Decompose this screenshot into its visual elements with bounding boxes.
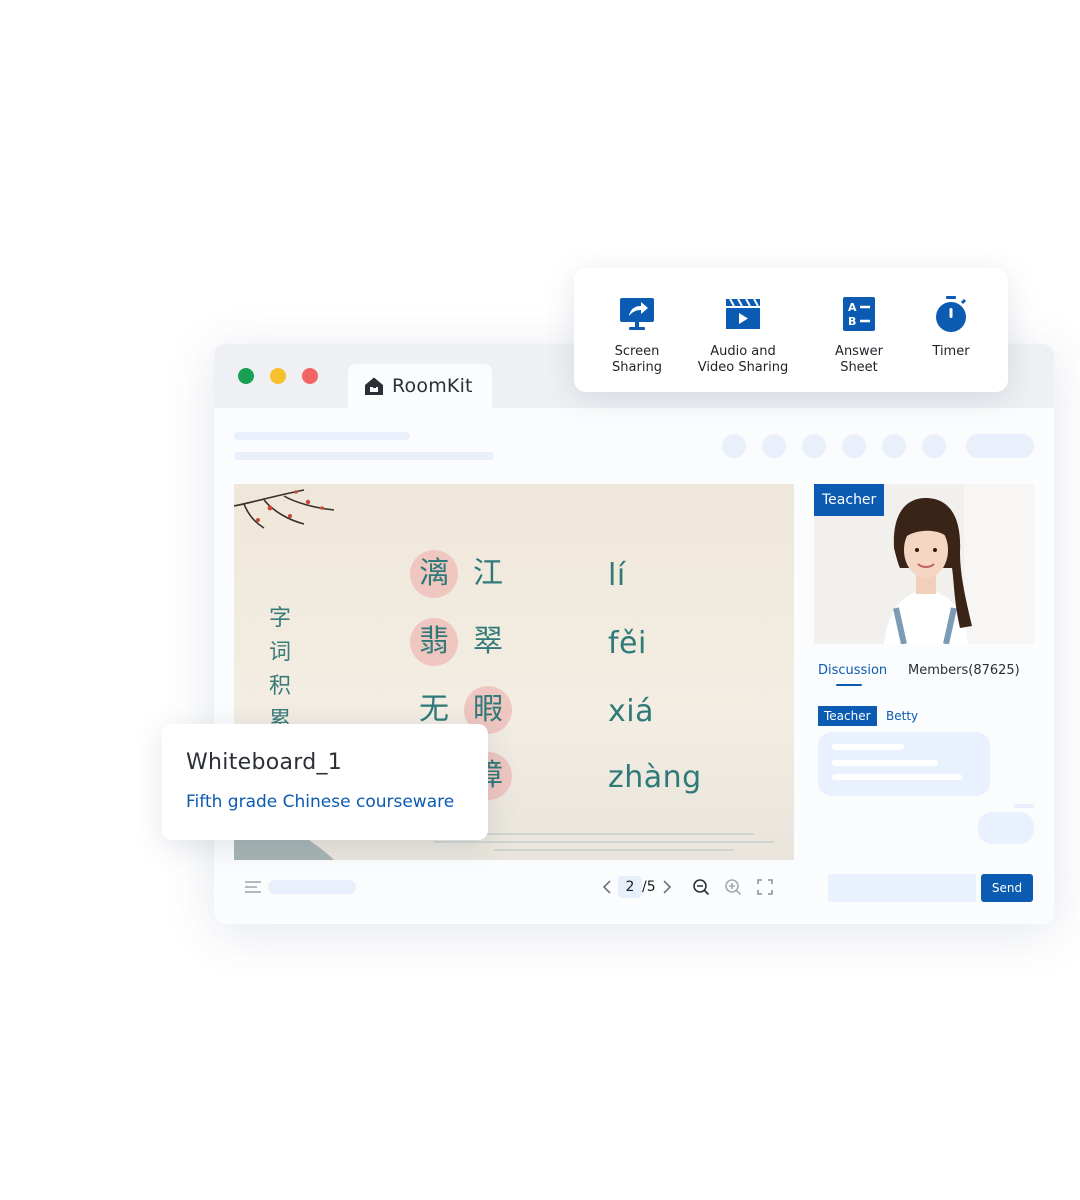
pinyin-text: zhàng (608, 760, 702, 795)
toolbar-placeholder-icon[interactable] (762, 434, 786, 458)
whiteboard-subtitle: Fifth grade Chinese courseware (186, 792, 455, 812)
stopwatch-icon (931, 294, 971, 334)
plum-branch-image (234, 489, 335, 529)
chat-filter-teacher[interactable]: Teacher (818, 706, 877, 726)
menu-icon[interactable] (242, 876, 264, 898)
close-dot[interactable] (302, 368, 318, 384)
toolbar-placeholder-icon[interactable] (842, 434, 866, 458)
page-total: /5 (642, 879, 656, 895)
svg-text:A: A (848, 301, 857, 314)
screen-share-icon (617, 294, 657, 334)
clapperboard-icon (723, 294, 763, 334)
toolbar-placeholder-icon[interactable] (802, 434, 826, 458)
next-page-icon[interactable] (656, 876, 678, 898)
chat-message-bubble (978, 812, 1034, 844)
tab-label: RoomKit (392, 375, 473, 397)
feature-label: Screen Sharing (612, 344, 662, 375)
chat-message-bubble (818, 732, 990, 796)
active-tab-indicator (836, 684, 862, 686)
message-meta-placeholder (1014, 804, 1034, 808)
file-name-placeholder (268, 880, 356, 894)
sidebar-tabs: Discussion Members(87625) (818, 662, 1034, 688)
toolbar-placeholder-icon[interactable] (922, 434, 946, 458)
teacher-video[interactable]: Teacher (814, 484, 1034, 644)
feature-answer-sheet[interactable]: A B Answer Sheet (832, 294, 886, 376)
skeleton-line (234, 432, 410, 440)
feature-panel: Screen Sharing Audio and Video Sharing A… (574, 268, 1008, 392)
svg-text:B: B (848, 315, 856, 328)
toolbar-placeholder-button[interactable] (966, 434, 1034, 458)
whiteboard-card[interactable]: Whiteboard_1 Fifth grade Chinese coursew… (162, 724, 488, 840)
vertical-title-char: 字 (268, 606, 291, 631)
zoom-in-icon[interactable] (722, 876, 744, 898)
pinyin-text: lí (608, 558, 626, 593)
toolbar-placeholder-icon[interactable] (722, 434, 746, 458)
vocab-char: 翠 (473, 624, 503, 659)
pinyin-text: xiá (608, 694, 654, 729)
minimize-dot[interactable] (270, 368, 286, 384)
tab-members[interactable]: Members(87625) (908, 662, 1020, 680)
feature-label: Timer (932, 344, 970, 359)
vertical-title-char: 词 (268, 640, 291, 665)
chat-filter-betty[interactable]: Betty (880, 706, 924, 726)
page-current[interactable]: 2 (618, 876, 642, 898)
skeleton-line (234, 452, 494, 460)
zoom-out-icon[interactable] (690, 876, 712, 898)
vertical-title-char: 积 (268, 674, 291, 699)
feature-label: Answer Sheet (835, 344, 883, 375)
maximize-dot[interactable] (238, 368, 254, 384)
send-button[interactable]: Send (981, 874, 1033, 902)
whiteboard-title: Whiteboard_1 (186, 750, 343, 775)
vocab-char-highlighted: 漓 (410, 550, 458, 598)
message-line (832, 744, 904, 750)
answer-sheet-icon: A B (839, 294, 879, 334)
vocab-char-highlighted: 翡 (410, 618, 458, 666)
home-icon (365, 377, 383, 395)
feature-label: Audio and Video Sharing (697, 344, 789, 375)
slide-vertical-title: 字 词 积 累 (268, 602, 292, 738)
tab-discussion[interactable]: Discussion (818, 662, 887, 680)
tab-roomkit[interactable]: RoomKit (348, 364, 492, 408)
pinyin-text: fěi (608, 626, 647, 661)
teacher-badge: Teacher (814, 484, 885, 516)
feature-screen-sharing[interactable]: Screen Sharing (612, 294, 662, 376)
toolbar-placeholder-icon[interactable] (882, 434, 906, 458)
fullscreen-icon[interactable] (754, 876, 776, 898)
feature-timer[interactable]: Timer (928, 294, 974, 360)
feature-av-sharing[interactable]: Audio and Video Sharing (694, 294, 792, 376)
whiteboard-toolbar: 2 /5 (234, 872, 794, 902)
vocab-char: 江 (473, 556, 503, 591)
prev-page-icon[interactable] (596, 876, 618, 898)
message-line (832, 760, 938, 766)
message-line (832, 774, 962, 780)
chat-input[interactable] (828, 874, 976, 902)
